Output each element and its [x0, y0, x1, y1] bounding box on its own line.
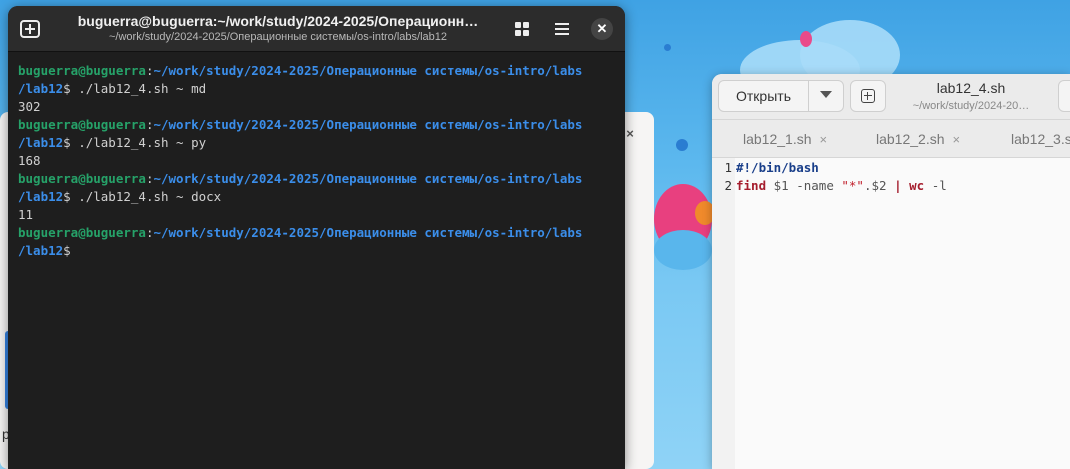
keyword-token: wc [901, 178, 925, 193]
code-line[interactable]: find $1 -name "*".$2 | wc -l [736, 178, 947, 193]
wallpaper-ball [654, 230, 712, 270]
terminal-command-line: /lab12$ ./lab12_4.sh ~ py [18, 134, 618, 152]
text-editor-window[interactable]: Открыть lab12_4.sh ~/work/study/2024-20…… [712, 74, 1070, 469]
terminal-output[interactable]: buguerra@buguerra:~/work/study/2024-2025… [18, 62, 618, 260]
prompt-path-continued: /lab12 [18, 81, 64, 96]
prompt-path: ~/work/study/2024-2025/Операционные сист… [153, 117, 583, 132]
terminal-output-line: 11 [18, 207, 34, 222]
argument-token: -l [924, 178, 947, 193]
prompt-user: buguerra@buguerra [18, 117, 146, 132]
chevron-down-icon[interactable] [820, 91, 832, 98]
shebang-token: #!/bin/bash [736, 160, 819, 175]
tab-lab12-3[interactable]: lab12_3.sh [1011, 120, 1070, 158]
editor-tabbar: lab12_1.sh × lab12_2.sh × lab12_3.sh [712, 120, 1070, 158]
terminal-command-line: /lab12$ ./lab12_4.sh ~ md [18, 80, 618, 98]
line-number: 2 [724, 178, 732, 193]
grid-view-icon[interactable] [515, 22, 529, 36]
wallpaper-dot [664, 44, 671, 51]
tab-lab12-2[interactable]: lab12_2.sh × [876, 120, 960, 158]
keyword-token: find [736, 178, 767, 193]
prompt-path: ~/work/study/2024-2025/Операционные сист… [153, 63, 583, 78]
string-token: "*" [841, 178, 864, 193]
open-button[interactable]: Открыть [718, 80, 844, 112]
terminal-prompt-line: buguerra@buguerra:~/work/study/2024-2025… [18, 116, 618, 134]
editor-title: lab12_4.sh [936, 80, 1006, 96]
prompt-path: ~/work/study/2024-2025/Операционные сист… [153, 225, 583, 240]
tab-close-icon[interactable]: × [820, 132, 828, 147]
prompt-path-continued: /lab12 [18, 189, 64, 204]
prompt-user: buguerra@buguerra [18, 63, 146, 78]
terminal-command-line: /lab12$ [18, 242, 618, 260]
terminal-prompt-line: buguerra@buguerra:~/work/study/2024-2025… [18, 62, 618, 80]
command-text: $ ./lab12_4.sh ~ docx [63, 189, 222, 204]
tab-label: lab12_2.sh [876, 131, 945, 147]
wallpaper-dot [676, 139, 688, 151]
prompt-path: ~/work/study/2024-2025/Операционные сист… [153, 171, 583, 186]
tab-lab12-1[interactable]: lab12_1.sh × [743, 120, 827, 158]
tab-close-icon[interactable]: × [953, 132, 961, 147]
new-document-button[interactable] [850, 80, 886, 112]
terminal-output-line: 302 [18, 99, 41, 114]
editor-header: Открыть lab12_4.sh ~/work/study/2024-20… [712, 74, 1070, 120]
argument-token: .$2 [863, 178, 895, 193]
hamburger-menu-icon[interactable] [555, 23, 569, 35]
close-icon[interactable]: ✕ [591, 18, 613, 40]
new-document-icon [861, 89, 875, 103]
prompt-user: buguerra@buguerra [18, 171, 146, 186]
terminal-command-line: /lab12$ ./lab12_4.sh ~ docx [18, 188, 618, 206]
code-editor[interactable]: 1 2 #!/bin/bash find $1 -name "*".$2 | w… [712, 158, 1070, 469]
terminal-window[interactable]: buguerra@buguerra:~/work/study/2024-2025… [8, 6, 625, 469]
command-text: $ [63, 243, 71, 258]
argument-token: $1 -name [766, 178, 842, 193]
command-text: $ ./lab12_4.sh ~ py [63, 135, 207, 150]
terminal-prompt-line: buguerra@buguerra:~/work/study/2024-2025… [18, 224, 618, 242]
new-tab-icon[interactable] [20, 20, 40, 38]
prompt-user: buguerra@buguerra [18, 225, 146, 240]
tab-label: lab12_3.sh [1011, 131, 1070, 147]
terminal-header: buguerra@buguerra:~/work/study/2024-2025… [8, 6, 625, 52]
line-number-gutter: 1 2 [712, 158, 735, 469]
editor-save-button[interactable] [1058, 80, 1070, 112]
terminal-prompt-line: buguerra@buguerra:~/work/study/2024-2025… [18, 170, 618, 188]
pipe-token: | [894, 178, 902, 193]
command-text: $ ./lab12_4.sh ~ md [63, 81, 207, 96]
terminal-title: buguerra@buguerra:~/work/study/2024-2025… [77, 13, 479, 29]
code-line[interactable]: #!/bin/bash [736, 160, 819, 175]
wallpaper-balloon [800, 31, 812, 47]
terminal-subtitle: ~/work/study/2024-2025/Операционные сист… [108, 31, 447, 43]
terminal-output-line: 168 [18, 153, 41, 168]
prompt-path-continued: /lab12 [18, 243, 64, 258]
line-number: 1 [724, 160, 732, 175]
open-button-label[interactable]: Открыть [719, 81, 809, 111]
prompt-path-continued: /lab12 [18, 135, 64, 150]
editor-subtitle: ~/work/study/2024-20… [912, 100, 1030, 112]
tab-label: lab12_1.sh [743, 131, 812, 147]
